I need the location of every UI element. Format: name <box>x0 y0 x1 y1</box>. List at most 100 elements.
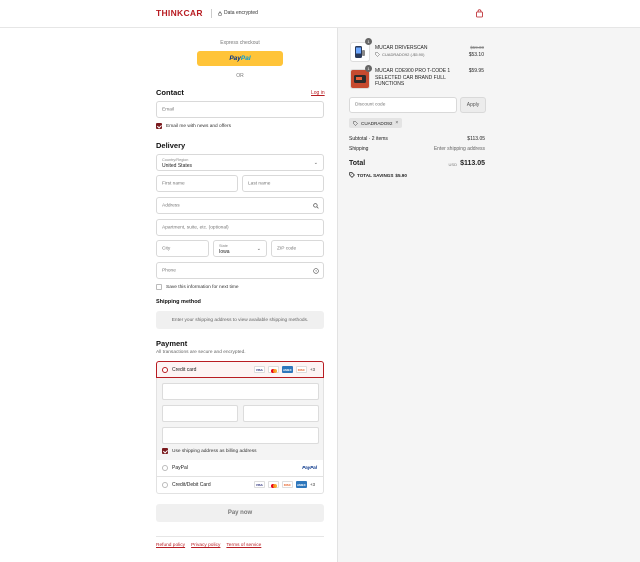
product-discount-label: CUADRADO92 (-$5.90) <box>382 52 425 57</box>
shipping-label: Shipping <box>349 146 369 152</box>
payment-option-credit-card[interactable]: Credit card VISA AMEX DISC +3 <box>156 361 324 378</box>
paypal-logo: PayPal <box>302 465 317 470</box>
product-thumbnail <box>350 42 370 62</box>
total-currency: USD <box>448 162 457 167</box>
save-info-checkbox[interactable] <box>156 284 162 290</box>
privacy-policy-link[interactable]: Privacy policy <box>191 543 220 548</box>
search-icon <box>313 203 319 209</box>
visa-icon: VISA <box>253 366 265 373</box>
tag-icon <box>353 120 358 126</box>
discover-icon: DISC <box>295 366 307 373</box>
obd-tool-icon <box>354 75 366 83</box>
last-name-field[interactable]: Last name <box>242 175 324 192</box>
scanner-device-icon <box>355 46 365 58</box>
email-placeholder: Email <box>162 107 174 112</box>
svg-text:?: ? <box>315 269 317 273</box>
apply-discount-button[interactable]: Apply <box>460 97 486 113</box>
applied-discount-chip: CUADRADO92 × <box>349 118 403 128</box>
shipping-value: Enter shipping address <box>433 146 485 152</box>
thinkcar-logo[interactable]: THINKCAR <box>156 8 203 18</box>
product-original-price: $59.00 <box>470 45 484 50</box>
billing-same-label: Use shipping address as billing address <box>172 449 257 454</box>
zip-field[interactable]: ZIP code <box>271 240 324 257</box>
state-label: State <box>219 244 228 248</box>
apartment-field[interactable]: Apartment, suite, etc. (optional) <box>156 219 324 236</box>
help-icon[interactable]: ? <box>313 268 319 274</box>
data-encrypted-badge: Data encrypted <box>218 10 258 16</box>
debit-card-radio[interactable] <box>162 482 168 488</box>
country-label: Country/Region <box>162 158 189 162</box>
paypal-express-button[interactable]: Pay Pal <box>197 51 283 66</box>
card-expiry-field[interactable] <box>162 405 238 422</box>
total-value: $113.05 <box>460 160 485 167</box>
country-select[interactable]: Country/Region United States ⌄ <box>156 154 324 171</box>
save-info-label: Save this information for next time <box>166 285 239 290</box>
total-savings-label: TOTAL SAVINGS <box>357 172 394 178</box>
shipping-method-heading: Shipping method <box>156 299 201 305</box>
login-link[interactable]: Log in <box>311 90 325 96</box>
more-debit-cards-count: +3 <box>309 482 315 487</box>
phone-field[interactable]: Phone ? <box>156 262 324 279</box>
chevron-down-icon: ⌄ <box>256 245 261 252</box>
address-field[interactable]: Address <box>156 197 324 214</box>
state-value: Iowa <box>219 249 230 255</box>
visa-icon: VISA <box>253 481 265 488</box>
card-cvv-field[interactable] <box>243 405 319 422</box>
total-label: Total <box>349 160 366 167</box>
amex-icon: AMEX <box>295 481 307 488</box>
lock-icon <box>218 11 222 16</box>
product-price: $53.10 <box>468 52 484 58</box>
subtotal-value: $113.05 <box>467 136 485 142</box>
payment-subtitle: All transactions are secure and encrypte… <box>156 350 246 355</box>
tag-icon <box>375 52 380 57</box>
payment-option-paypal[interactable]: PayPal PayPal <box>156 460 324 477</box>
zip-placeholder: ZIP code <box>277 246 297 251</box>
credit-card-radio[interactable] <box>162 367 168 373</box>
newsletter-checkbox[interactable] <box>156 123 162 129</box>
shopping-bag-icon[interactable] <box>474 8 485 19</box>
total-savings-value: $5.90 <box>395 172 407 178</box>
card-name-field[interactable] <box>162 427 319 444</box>
refund-policy-link[interactable]: Refund policy <box>156 543 185 548</box>
paypal-radio[interactable] <box>162 465 168 471</box>
card-fields-panel: Use shipping address as billing address <box>156 378 324 460</box>
encrypted-label: Data encrypted <box>224 10 258 16</box>
newsletter-label: Email me with news and offers <box>166 124 231 129</box>
product-title: MUCAR CDE900 PRO T-CODE 1 SELECTED CAR B… <box>375 68 451 88</box>
mastercard-icon <box>267 366 279 373</box>
pay-now-button[interactable]: Pay now <box>156 504 324 522</box>
header: THINKCAR Data encrypted <box>0 0 640 28</box>
paypal-logo-pal: Pal <box>240 55 251 62</box>
paypal-option-label: PayPal <box>172 465 188 471</box>
contact-heading: Contact <box>156 88 184 97</box>
total-savings: TOTAL SAVINGS $5.90 <box>349 172 407 178</box>
payment-option-debit-card[interactable]: Credit/Debit Card VISA DISC AMEX +3 <box>156 477 324 494</box>
shipping-method-notice: Enter your shipping address to view avai… <box>156 311 324 329</box>
discount-code-field[interactable]: Discount code <box>349 97 457 113</box>
email-field[interactable]: Email <box>156 101 324 118</box>
city-placeholder: City <box>162 246 171 251</box>
tag-icon <box>349 172 355 178</box>
remove-code-icon[interactable]: × <box>395 120 398 126</box>
billing-same-checkbox[interactable] <box>162 448 168 454</box>
paypal-logo-pay: Pay <box>229 55 241 62</box>
header-divider <box>211 9 212 18</box>
applied-code: CUADRADO92 <box>361 120 393 126</box>
express-checkout-label: Express checkout <box>220 40 260 46</box>
subtotal-label: Subtotal · 2 items <box>349 136 388 142</box>
discount-code-placeholder: Discount code <box>355 102 386 108</box>
card-number-field[interactable] <box>162 383 319 400</box>
first-name-field[interactable]: First name <box>156 175 238 192</box>
chevron-down-icon: ⌄ <box>313 159 318 166</box>
subtotal-row: Subtotal · 2 items $113.05 <box>349 136 485 142</box>
city-field[interactable]: City <box>156 240 209 257</box>
or-divider: OR <box>236 73 244 79</box>
more-cards-count: +3 <box>309 367 315 372</box>
amex-icon: AMEX <box>281 366 293 373</box>
terms-of-service-link[interactable]: Terms of service <box>226 543 261 548</box>
discover-icon: DISC <box>281 481 293 488</box>
address-placeholder: Address <box>162 203 180 208</box>
state-select[interactable]: State Iowa ⌄ <box>213 240 267 257</box>
debit-card-label: Credit/Debit Card <box>172 482 211 488</box>
footer-divider <box>156 536 324 537</box>
